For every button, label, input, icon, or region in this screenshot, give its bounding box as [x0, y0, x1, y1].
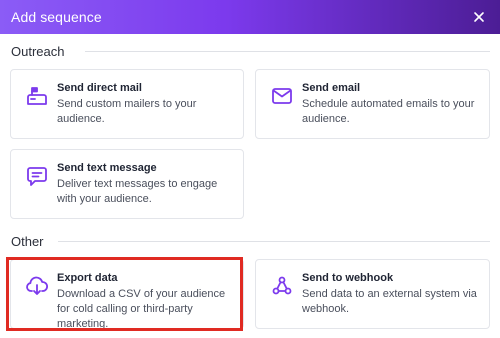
card-description: Deliver text messages to engage with you…	[57, 178, 218, 205]
card-send-email[interactable]: Send email Schedule automated emails to …	[255, 69, 490, 139]
dialog-title: Add sequence	[11, 9, 102, 25]
close-icon[interactable]	[470, 8, 488, 26]
card-send-direct-mail[interactable]: Send direct mail Send custom mailers to …	[10, 69, 244, 139]
card-title: Send email	[302, 82, 361, 94]
card-title: Send direct mail	[57, 82, 142, 94]
card-description: Schedule automated emails to your audien…	[302, 98, 475, 125]
section-divider	[85, 51, 490, 52]
card-title: Send text message	[57, 162, 157, 174]
section-label-other: Other	[11, 234, 44, 249]
mailbox-icon	[25, 84, 49, 108]
dialog-header: Add sequence	[0, 0, 500, 34]
selection-highlight	[6, 257, 243, 331]
section-divider	[58, 241, 490, 242]
card-send-text-message[interactable]: Send text message Deliver text messages …	[10, 149, 244, 219]
webhook-icon	[270, 274, 294, 298]
card-title: Send to webhook	[302, 272, 394, 284]
card-description: Send custom mailers to your audience.	[57, 98, 197, 125]
section-label-outreach: Outreach	[11, 44, 65, 59]
card-send-to-webhook[interactable]: Send to webhook Send data to an external…	[255, 259, 490, 329]
envelope-icon	[270, 84, 294, 108]
chat-bubble-icon	[25, 164, 49, 188]
card-description: Send data to an external system via webh…	[302, 288, 477, 315]
